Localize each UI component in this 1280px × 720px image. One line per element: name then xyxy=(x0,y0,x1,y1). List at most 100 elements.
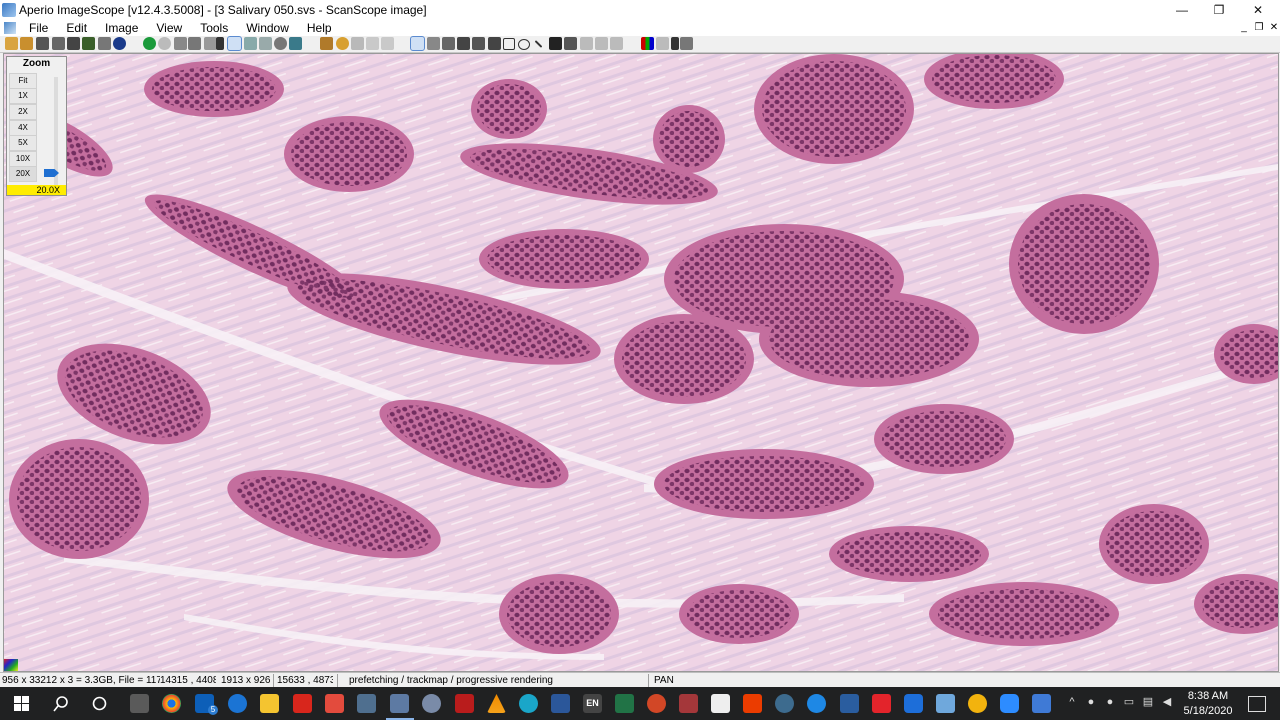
maximize-button[interactable]: ❐ xyxy=(1200,0,1238,19)
help-icon[interactable] xyxy=(680,37,693,50)
magnifier-window-icon[interactable] xyxy=(259,37,272,50)
menu-edit[interactable]: Edit xyxy=(57,21,96,35)
settings-icon[interactable] xyxy=(1032,694,1051,713)
menu-image[interactable]: Image xyxy=(96,21,147,35)
chevron-up-icon[interactable]: ^ xyxy=(1066,696,1078,708)
chat-icon[interactable] xyxy=(807,694,826,713)
doc-minimize-button[interactable]: _ xyxy=(1236,19,1252,36)
snapshot-icon[interactable] xyxy=(52,37,65,50)
system-clock[interactable]: 8:38 AM 5/18/2020 xyxy=(1182,689,1234,719)
text-tool-icon[interactable] xyxy=(564,37,577,50)
open-recent-icon[interactable] xyxy=(20,37,33,50)
close-button[interactable]: ✕ xyxy=(1239,0,1277,19)
pdf-icon[interactable] xyxy=(325,694,344,713)
zoom-app-icon[interactable] xyxy=(1000,694,1019,713)
plugin-icon[interactable] xyxy=(904,694,923,713)
menu-view[interactable]: View xyxy=(147,21,191,35)
measure-icon[interactable] xyxy=(488,37,501,50)
zoom-icon[interactable] xyxy=(274,37,287,50)
zoom-5x-button[interactable]: 5X xyxy=(9,135,37,151)
check-icon[interactable] xyxy=(968,694,987,713)
menu-help[interactable]: Help xyxy=(298,21,341,35)
paste-icon[interactable] xyxy=(595,37,608,50)
battery-icon[interactable]: ▭ xyxy=(1123,696,1135,708)
browser-icon[interactable] xyxy=(519,694,538,713)
pen-icon[interactable] xyxy=(457,37,470,50)
menu-window[interactable]: Window xyxy=(237,21,298,35)
algorithm-icon[interactable] xyxy=(351,37,364,50)
print-icon[interactable] xyxy=(67,37,80,50)
copy-icon[interactable] xyxy=(580,37,593,50)
file-explorer-icon[interactable] xyxy=(260,694,279,713)
snipping-icon[interactable] xyxy=(422,694,441,713)
lang-icon[interactable]: EN xyxy=(583,694,602,713)
analysis-icon[interactable] xyxy=(336,37,349,50)
image-adjust-icon[interactable] xyxy=(289,37,302,50)
fit-window-icon[interactable] xyxy=(227,36,242,51)
menu-tools[interactable]: Tools xyxy=(191,21,237,35)
thumbnail-icon[interactable] xyxy=(244,37,257,50)
zoom-2x-button[interactable]: 2X xyxy=(9,104,37,120)
annotation-edit-icon[interactable] xyxy=(320,37,333,50)
slide-viewer[interactable] xyxy=(3,53,1279,672)
notification-icon[interactable] xyxy=(1248,696,1266,712)
info-icon[interactable] xyxy=(113,37,126,50)
access-icon[interactable] xyxy=(679,694,698,713)
doc-close-button[interactable]: ✕ xyxy=(1266,19,1280,36)
start-button[interactable] xyxy=(12,694,31,713)
excel-icon[interactable] xyxy=(615,694,634,713)
movie-icon[interactable] xyxy=(840,694,859,713)
tile-icon[interactable] xyxy=(188,37,201,50)
office-icon[interactable] xyxy=(743,694,762,713)
zoom-1x-button[interactable]: 1X xyxy=(9,88,37,104)
rectangle-tool-icon[interactable] xyxy=(503,38,515,50)
calculator-icon[interactable] xyxy=(130,694,149,713)
select-icon[interactable] xyxy=(427,37,440,50)
layout-icon[interactable] xyxy=(174,37,187,50)
open-folder-icon[interactable] xyxy=(5,37,18,50)
export-icon[interactable] xyxy=(82,37,95,50)
camera-icon[interactable] xyxy=(36,37,49,50)
kaspersky-icon[interactable] xyxy=(872,694,891,713)
wrench-icon[interactable] xyxy=(455,694,474,713)
word-icon[interactable] xyxy=(551,694,570,713)
zoom-fit-button[interactable]: Fit xyxy=(9,73,37,89)
search-icon[interactable] xyxy=(51,694,70,713)
duplicate-icon[interactable] xyxy=(610,37,623,50)
doc-restore-button[interactable]: ❐ xyxy=(1251,19,1267,36)
zoom-20x-button[interactable]: 20X xyxy=(9,166,37,182)
powerpoint-icon[interactable] xyxy=(647,694,666,713)
store-icon[interactable] xyxy=(711,694,730,713)
mail-icon[interactable]: 5 xyxy=(195,694,218,715)
grid-tool-icon[interactable] xyxy=(549,37,562,50)
snapshot-region-icon[interactable] xyxy=(442,37,455,50)
microphone-icon[interactable]: ● xyxy=(1085,696,1097,708)
menu-file[interactable]: File xyxy=(20,21,57,35)
task-view-icon[interactable] xyxy=(90,694,109,713)
zoom-10x-button[interactable]: 10X xyxy=(9,151,37,167)
pan-hand-icon[interactable] xyxy=(410,36,425,51)
arrow-tool-icon[interactable] xyxy=(534,40,543,48)
chevron-down-icon[interactable] xyxy=(216,37,224,50)
acrobat-icon[interactable] xyxy=(293,694,312,713)
stop-icon[interactable] xyxy=(158,37,171,50)
split-view-icon[interactable] xyxy=(656,37,669,50)
properties-icon[interactable] xyxy=(98,37,111,50)
edge-icon[interactable] xyxy=(228,694,247,713)
pen-tool-icon[interactable] xyxy=(357,694,376,713)
vlc-icon[interactable] xyxy=(487,694,506,713)
imagescope-icon[interactable] xyxy=(390,694,409,713)
minimize-button[interactable]: — xyxy=(1163,0,1201,19)
document-icon[interactable] xyxy=(4,21,16,34)
go-icon[interactable] xyxy=(143,37,156,50)
volume-icon[interactable]: ◀ xyxy=(1161,696,1173,708)
ruler-tool-icon[interactable] xyxy=(472,37,485,50)
rotate-icon[interactable] xyxy=(366,37,379,50)
cloud-icon[interactable]: ● xyxy=(1104,696,1116,708)
compare-icon[interactable] xyxy=(381,37,394,50)
chrome-icon[interactable] xyxy=(162,694,181,713)
photo-icon[interactable] xyxy=(775,694,794,713)
chevron-down-icon-2[interactable] xyxy=(671,37,679,50)
notes-icon[interactable] xyxy=(936,694,955,713)
network-icon[interactable]: ▤ xyxy=(1142,696,1154,708)
